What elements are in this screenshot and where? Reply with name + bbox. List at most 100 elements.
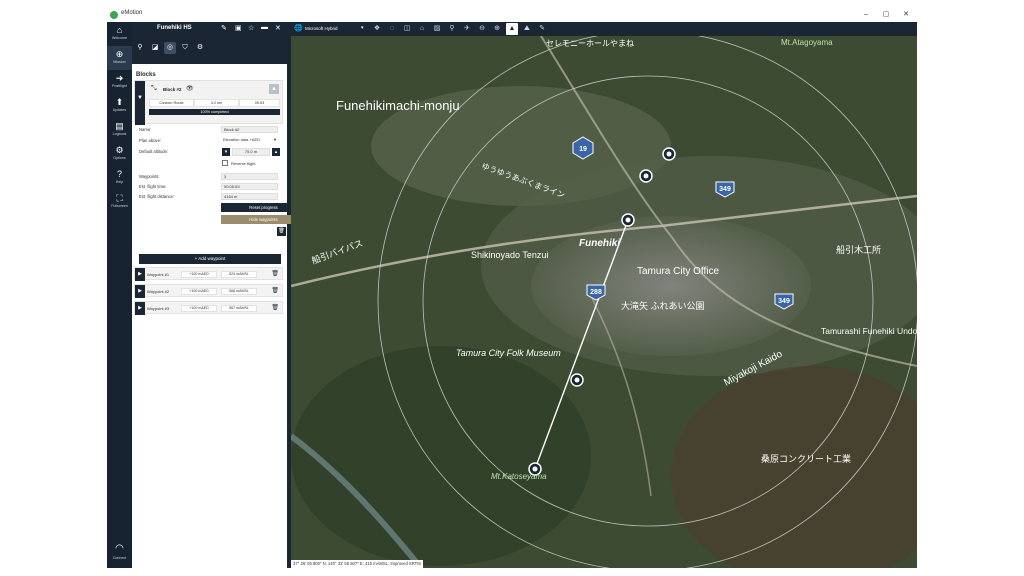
trash-icon[interactable]: 🗑 [271, 287, 279, 294]
mission-icon: ⊕ [115, 49, 124, 59]
rail-item-help[interactable]: ? Help [107, 166, 132, 190]
plane-icon[interactable]: ⛰ [521, 23, 533, 35]
trash-icon[interactable]: 🗑 [271, 304, 279, 311]
default-altitude-label: Default altitude: [139, 149, 169, 154]
help-icon: ? [116, 169, 122, 179]
chevron-right-icon[interactable]: ▶ [135, 268, 145, 281]
chevron-up-icon[interactable]: ▲ [269, 84, 279, 94]
svg-text:19: 19 [579, 146, 587, 153]
reverse-flight-checkbox[interactable] [222, 160, 228, 166]
minimize-button[interactable]: ‒ [859, 9, 873, 21]
tab-waypoint-icon[interactable]: ⚲ [134, 42, 146, 54]
map-label: Mt.Atagoyama [781, 38, 833, 47]
maximize-button[interactable]: ▢ [879, 9, 893, 21]
rail-item-postflight[interactable]: ➜ Postflight [107, 70, 132, 94]
cube-icon[interactable]: ◫ [401, 23, 413, 35]
pin-icon[interactable]: ⚲ [446, 23, 458, 35]
folder-icon[interactable]: ▬ [261, 24, 268, 31]
route-distance: 4.2 km [194, 99, 239, 107]
map-label: Shikinoyado Tenzui [471, 250, 548, 260]
svg-text:288: 288 [590, 289, 602, 296]
rail-item-welcome[interactable]: ⌂ Welcome [107, 22, 132, 46]
draw-triangle-icon[interactable]: ▲ [506, 23, 518, 35]
rail-item-fullscreen[interactable]: ⛶ Fullscreen [107, 190, 132, 214]
title-bar: eMotion ‒ ▢ ✕ [107, 8, 917, 22]
block-card: ▼ ⤡ Block #2 👁 ▲ Custom Route 4.2 km 05:… [134, 80, 283, 125]
rail-item-updates[interactable]: ⬆ Updates [107, 94, 132, 118]
app-logo-icon [110, 11, 118, 19]
waypoints-label: Waypoints: [139, 174, 160, 179]
close-mission-icon[interactable]: ✕ [275, 24, 281, 32]
waypoint-marker[interactable] [621, 213, 635, 227]
block-name: Block #2 [163, 87, 182, 92]
globe-icon: 🌐 [294, 25, 303, 32]
name-field[interactable]: Block #2 [221, 126, 278, 133]
waypoint-row[interactable]: ▶ Waypoint #3 +100 mAED 567 mAMSL 🗑 [134, 301, 283, 315]
map-marker[interactable] [639, 169, 653, 183]
map-label: Mt.Katoseyama [491, 472, 547, 481]
add-waypoint-button[interactable]: + Add waypoint [139, 254, 281, 264]
plan-above-select[interactable]: Elevation data +AED ▼ [221, 136, 278, 143]
airspace-icon[interactable]: ✈ [461, 23, 473, 35]
default-altitude-field[interactable]: 75.0 m [232, 148, 270, 156]
route-type: Custom Route [149, 99, 194, 107]
map-label: 船引木工所 [836, 244, 881, 255]
est-flight-distance-label: Est. flight distance: [139, 194, 175, 199]
progress-text: 100% completed [200, 110, 229, 114]
rail-item-options[interactable]: ⚙ Options [107, 142, 132, 166]
tab-shield-icon[interactable]: ⛉ [179, 42, 191, 54]
waypoint-row[interactable]: ▶ Waypoint #2 +100 mAED 566 mAMSL 🗑 [134, 284, 283, 298]
connect-icon: ◠ [115, 543, 124, 554]
rail-item-logbook[interactable]: ▤ Logbook [107, 118, 132, 142]
eye-off-icon[interactable]: ◌ [386, 23, 398, 35]
block-expander-chevron-down-icon[interactable]: ▼ [135, 81, 145, 125]
mission-title: Funehiki HS [157, 25, 192, 31]
map-marker[interactable] [662, 147, 676, 161]
chevron-down-icon[interactable]: ▾ [361, 25, 364, 31]
coordinate-readout: 37° 26' 05.900" N, 140° 32' 55.507" E; 4… [291, 560, 423, 568]
plan-above-label: Plan above: [139, 138, 162, 143]
panel-tabs: ⚲ ◪ ◎ ⛉ ⚙ [132, 42, 287, 56]
home-icon: ⌂ [116, 25, 123, 35]
waypoint-marker[interactable] [570, 373, 584, 387]
trash-icon[interactable]: 🗑 [271, 270, 279, 277]
map-label: Tamura City Office [637, 266, 719, 277]
tab-layers-icon[interactable]: ◪ [149, 42, 161, 54]
terrain-icon[interactable]: ⌂ [416, 23, 428, 35]
waypoints-value: 3 [221, 173, 278, 180]
map-canvas[interactable]: Funehikimachi-monju Funehiki Tamura City… [291, 36, 917, 568]
altitude-increase-button[interactable]: ▴ [272, 148, 280, 156]
fullscreen-icon: ⛶ [116, 193, 123, 203]
name-label: Name: [139, 127, 152, 132]
mission-panel: Funehiki HS ✎ ▣ ☆ ▬ ✕ ⚲ ◪ ◎ ⛉ ⚙ Blocks ▼… [132, 22, 306, 568]
map-label: 大滝矢 ふれあい公園 [621, 300, 705, 311]
eye-icon[interactable]: 👁 [186, 85, 194, 92]
tab-blocks-icon[interactable]: ◎ [164, 42, 176, 54]
map-layer-select[interactable]: Microsoft Hybrid [305, 26, 338, 31]
star-icon[interactable]: ☆ [248, 24, 254, 32]
svg-text:349: 349 [719, 186, 731, 193]
image-icon[interactable]: ▨ [431, 23, 443, 35]
zoom-in-icon[interactable]: ⊕ [491, 23, 503, 35]
map-label: セレモニーホールやまね [546, 39, 634, 48]
rail-item-connect[interactable]: ◠ Connect [107, 542, 132, 568]
zoom-out-icon[interactable]: ⊖ [476, 23, 488, 35]
save-icon[interactable]: ▣ [235, 24, 242, 32]
chevron-right-icon[interactable]: ▶ [135, 302, 145, 315]
layers-icon[interactable]: ❖ [371, 23, 383, 35]
edit-icon[interactable]: ✎ [221, 24, 227, 32]
close-window-button[interactable]: ✕ [899, 9, 913, 21]
altitude-decrease-button[interactable]: ▾ [222, 148, 230, 156]
route-icon: ⤡ [151, 85, 157, 92]
map-view[interactable]: Funehikimachi-monju Funehiki Tamura City… [291, 36, 917, 568]
route-time: 05:53 [239, 99, 280, 107]
blocks-section-title: Blocks [136, 72, 156, 78]
rail-item-mission[interactable]: ⊕ Mission [107, 46, 132, 70]
map-label: Funehikimachi-monju [336, 98, 460, 113]
chevron-right-icon[interactable]: ▶ [135, 285, 145, 298]
ruler-icon[interactable]: ✎ [536, 23, 548, 35]
waypoint-row[interactable]: ▶ Waypoint #1 +100 mAED 524 mAMSL 🗑 [134, 267, 283, 281]
delete-block-trash-icon[interactable]: 🗑 [277, 227, 286, 236]
est-flight-time-label: Est. flight time: [139, 184, 167, 189]
tab-settings-icon[interactable]: ⚙ [194, 42, 206, 54]
